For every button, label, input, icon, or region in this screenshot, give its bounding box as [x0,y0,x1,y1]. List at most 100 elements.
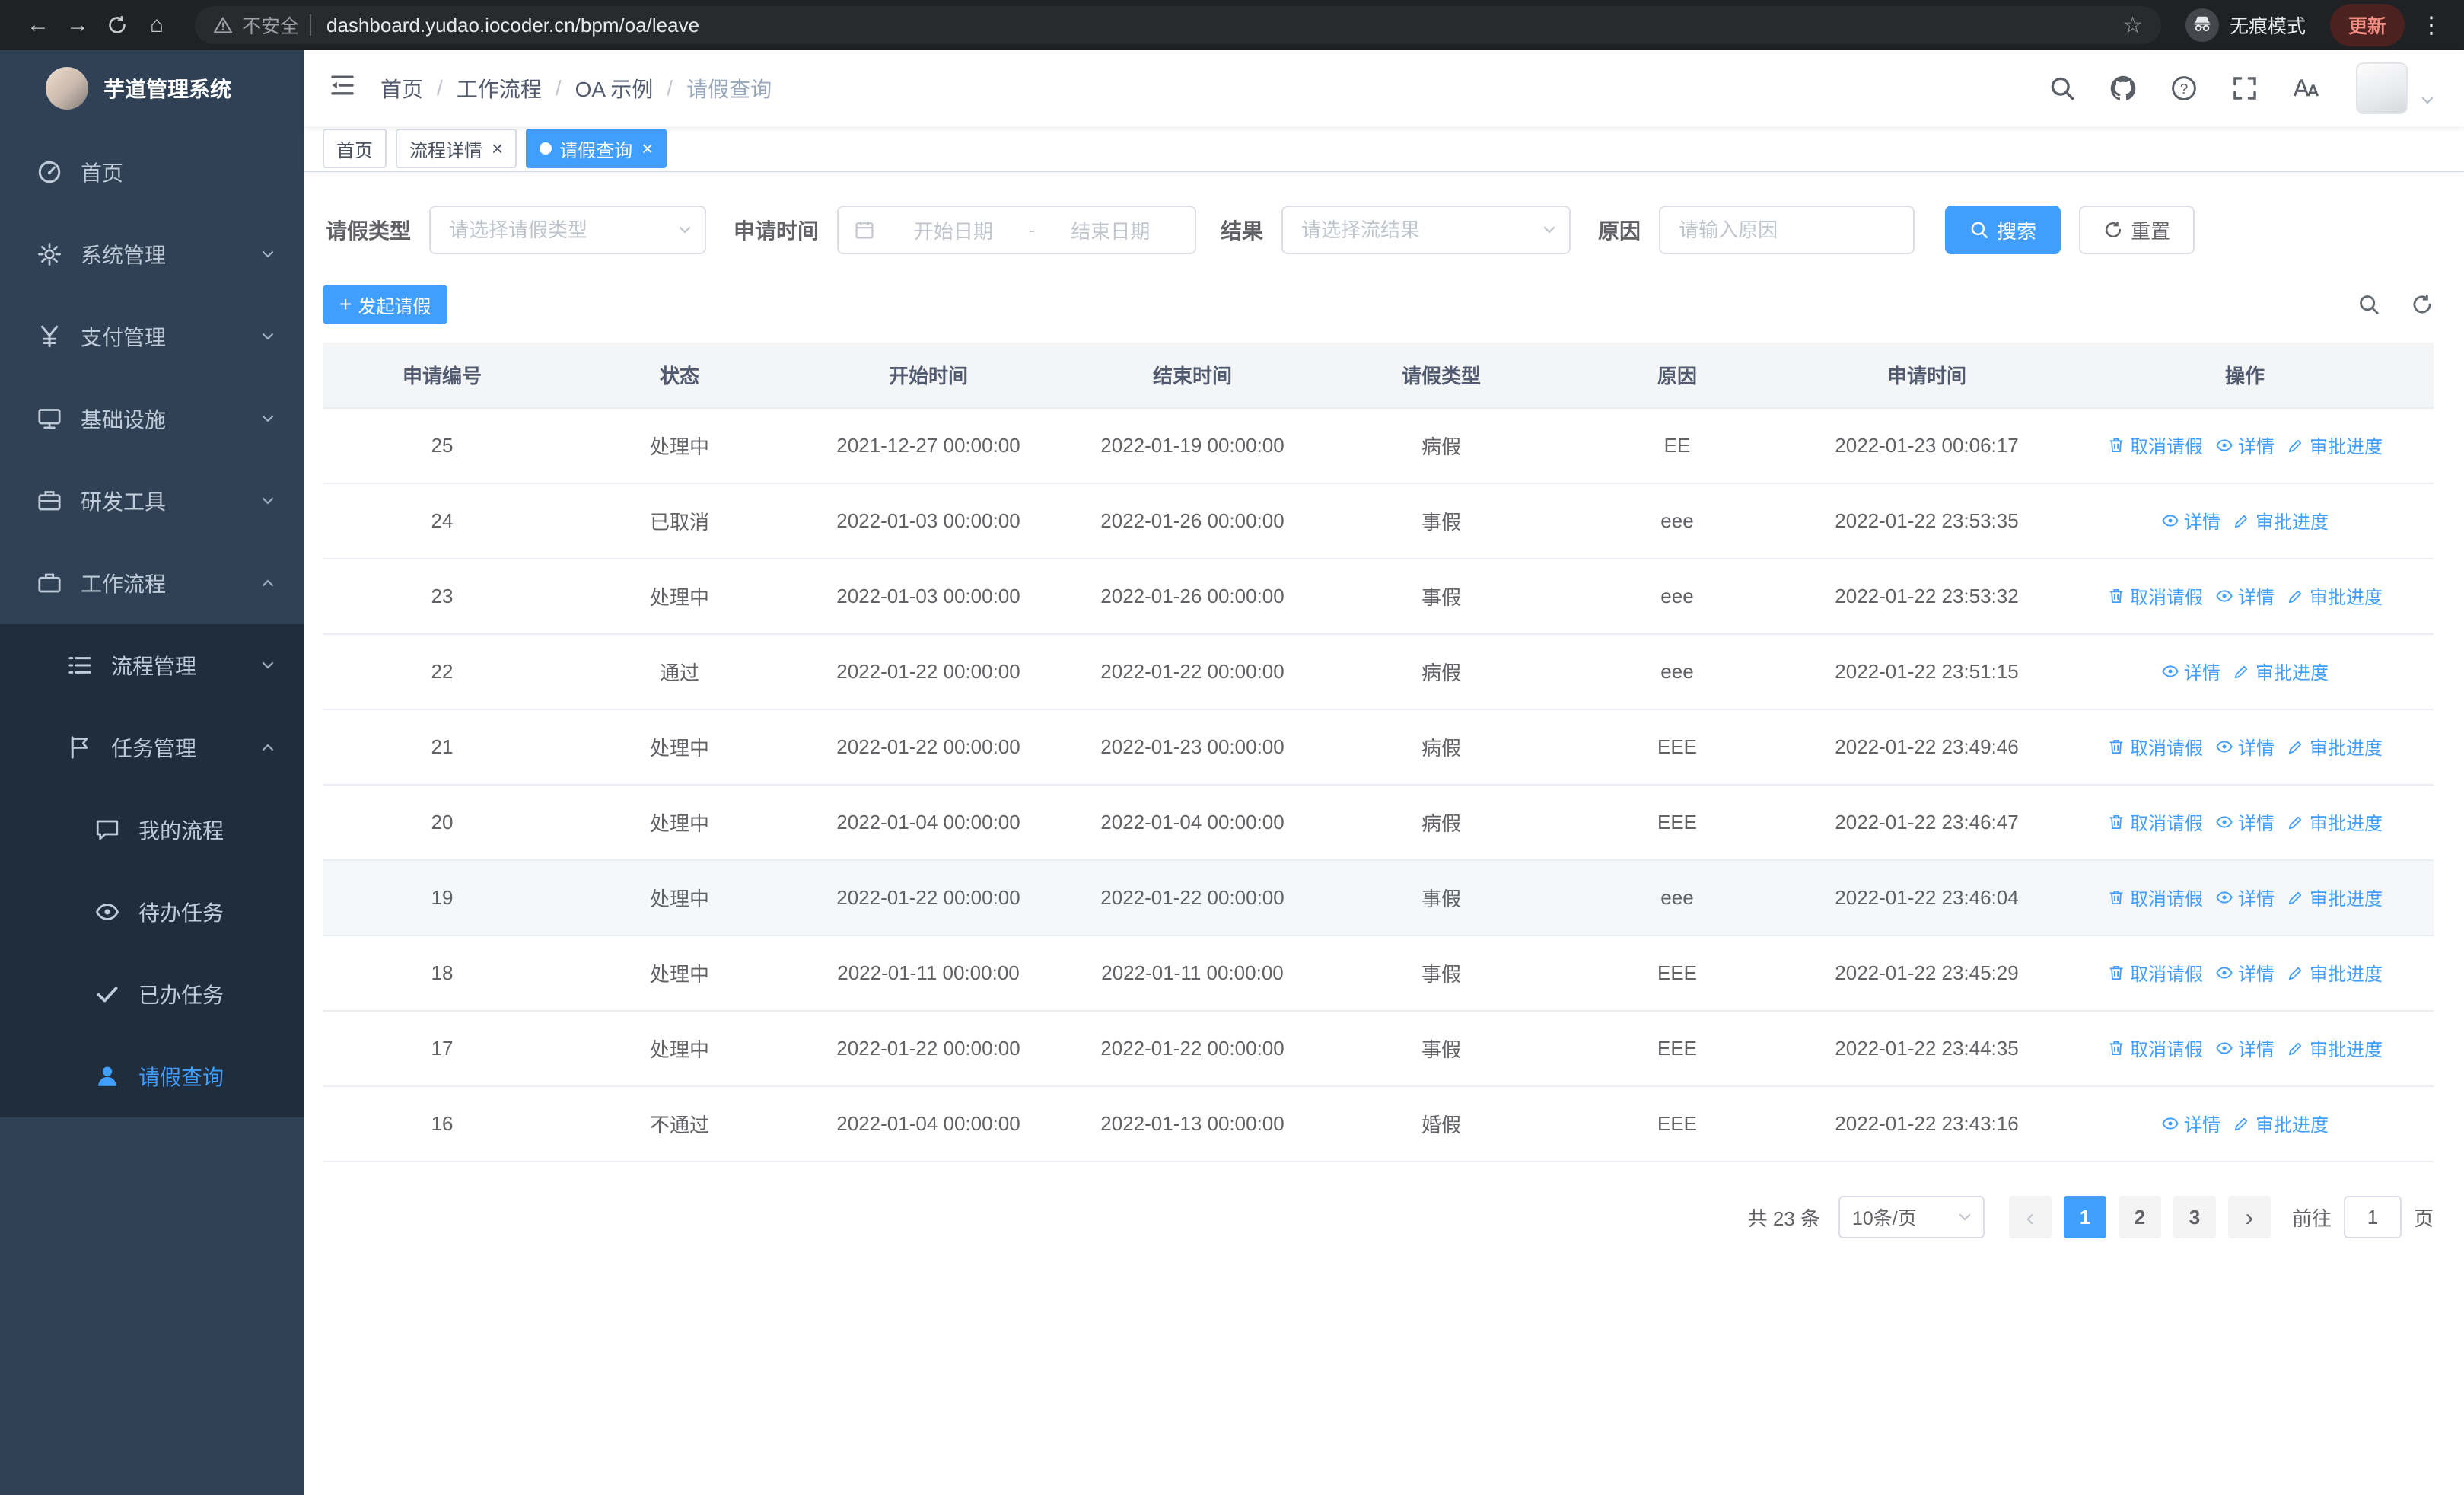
detail-link[interactable]: 详情 [2215,959,2275,986]
progress-link[interactable]: 审批进度 [2287,1034,2383,1061]
detail-link[interactable]: 详情 [2215,582,2275,609]
close-icon[interactable]: × [641,139,653,158]
cell-status: 处理中 [562,559,797,635]
svg-text:?: ? [2180,81,2189,97]
breadcrumb-item[interactable]: 首页 [380,73,423,104]
breadcrumb-item[interactable]: OA 示例 [575,73,654,104]
eye-icon [2161,1114,2179,1133]
sidebar-item-leave-query[interactable]: 请假查询 [0,1035,304,1117]
fullscreen-icon[interactable] [2231,75,2259,102]
cell-leave-type: 病假 [1326,785,1557,861]
cancel-link[interactable]: 取消请假 [2107,884,2203,910]
cancel-link[interactable]: 取消请假 [2107,582,2203,609]
action-label: 审批进度 [2310,738,2383,760]
reset-button[interactable]: 重置 [2079,206,2195,254]
tags-view: 首页 流程详情 × 请假查询 × [304,126,2464,172]
page-size-select[interactable]: 10条/页 [1838,1196,1985,1238]
cell-status: 处理中 [562,860,797,936]
browser-home-icon[interactable]: ⌂ [137,12,177,38]
range-separator: - [1028,218,1036,241]
browser-back-icon[interactable]: ← [18,12,58,38]
refresh-table-icon[interactable] [2411,293,2434,316]
sidebar-logo[interactable]: 芋道管理系统 [0,50,304,126]
browser-forward-icon[interactable]: → [58,12,97,38]
security-label[interactable]: 不安全 [242,11,299,39]
prev-page-button[interactable]: ‹ [2008,1196,2052,1238]
cancel-link[interactable]: 取消请假 [2107,808,2203,835]
cancel-link[interactable]: 取消请假 [2107,1034,2203,1061]
font-size-icon[interactable] [2292,75,2319,102]
progress-link[interactable]: 审批进度 [2287,432,2383,458]
progress-link[interactable]: 审批进度 [2287,582,2383,609]
avatar-caret-icon[interactable] [2418,91,2437,110]
detail-link[interactable]: 详情 [2215,733,2275,760]
sidebar-item-workflow[interactable]: 工作流程 [0,542,304,624]
close-icon[interactable]: × [492,139,503,158]
detail-link[interactable]: 详情 [2161,658,2220,684]
sidebar-item-system[interactable]: 系统管理 [0,213,304,295]
tab-label: 流程详情 [409,140,482,161]
sidebar-item-home[interactable]: 首页 [0,131,304,213]
detail-link[interactable]: 详情 [2215,884,2275,910]
leave-type-input[interactable] [429,206,707,254]
sidebar-item-todo-task[interactable]: 待办任务 [0,871,304,953]
leave-type-select[interactable] [429,206,707,254]
action-label: 取消请假 [2130,1040,2203,1061]
sidebar-item-process-mgmt[interactable]: 流程管理 [0,624,304,706]
bookmark-star-icon[interactable]: ☆ [2122,12,2143,39]
browser-menu-icon[interactable]: ⋮ [2420,12,2443,39]
sidebar-item-done-task[interactable]: 已办任务 [0,953,304,1035]
detail-link[interactable]: 详情 [2215,1034,2275,1061]
detail-link[interactable]: 详情 [2215,808,2275,835]
tab-leave-query[interactable]: 请假查询 × [526,129,667,168]
sidebar-item-task-mgmt[interactable]: 任务管理 [0,706,304,789]
progress-link[interactable]: 审批进度 [2287,808,2383,835]
cancel-link[interactable]: 取消请假 [2107,432,2203,458]
sidebar-item-infra[interactable]: 基础设施 [0,378,304,460]
cancel-link[interactable]: 取消请假 [2107,959,2203,986]
page-button-2[interactable]: 2 [2118,1196,2161,1238]
apply-time-range-picker[interactable]: 开始日期 - 结束日期 [837,206,1197,254]
sidebar-item-my-process[interactable]: 我的流程 [0,789,304,871]
sidebar-item-payment[interactable]: 支付管理 [0,295,304,378]
page-button-3[interactable]: 3 [2173,1196,2216,1238]
browser-reload-icon[interactable] [97,14,137,36]
detail-link[interactable]: 详情 [2215,432,2275,458]
menu-fold-icon[interactable] [304,50,380,126]
progress-link[interactable]: 审批进度 [2287,959,2383,986]
reason-input[interactable] [1659,206,1915,254]
toggle-search-icon[interactable] [2357,293,2380,316]
github-icon[interactable] [2109,75,2137,102]
cell-start-time: 2022-01-11 00:00:00 [797,936,1059,1012]
goto-page-input[interactable] [2343,1196,2402,1238]
header-search-icon[interactable] [2049,75,2076,102]
help-icon[interactable]: ? [2170,75,2198,102]
chevron-down-icon [259,327,277,346]
create-leave-button[interactable]: + 发起请假 [323,285,448,324]
progress-link[interactable]: 审批进度 [2287,884,2383,910]
detail-link[interactable]: 详情 [2161,507,2220,534]
detail-link[interactable]: 详情 [2161,1110,2220,1136]
user-avatar[interactable] [2356,62,2408,114]
edit-icon [2287,1039,2305,1057]
column-header: 操作 [2056,343,2434,409]
progress-link[interactable]: 审批进度 [2233,658,2329,684]
sidebar-item-devtools[interactable]: 研发工具 [0,460,304,542]
browser-update-button[interactable]: 更新 [2329,4,2405,46]
url-text[interactable]: dashboard.yudao.iocoder.cn/bpm/oa/leave [326,14,2122,37]
tab-process-detail[interactable]: 流程详情 × [396,129,517,168]
result-input[interactable] [1281,206,1571,254]
progress-link[interactable]: 审批进度 [2233,1110,2329,1136]
page-button-1[interactable]: 1 [2063,1196,2106,1238]
progress-link[interactable]: 审批进度 [2233,507,2329,534]
tab-home[interactable]: 首页 [323,129,387,168]
tab-label: 请假查询 [559,140,633,161]
progress-link[interactable]: 审批进度 [2287,733,2383,760]
result-select[interactable] [1281,206,1571,254]
cell-apply-time: 2022-01-22 23:44:35 [1797,1011,2056,1087]
search-button[interactable]: 搜索 [1945,206,2061,254]
cancel-link[interactable]: 取消请假 [2107,733,2203,760]
breadcrumb-item[interactable]: 工作流程 [457,73,542,104]
browser-address-bar[interactable]: 不安全 dashboard.yudao.iocoder.cn/bpm/oa/le… [195,6,2161,44]
next-page-button[interactable]: › [2227,1196,2271,1238]
